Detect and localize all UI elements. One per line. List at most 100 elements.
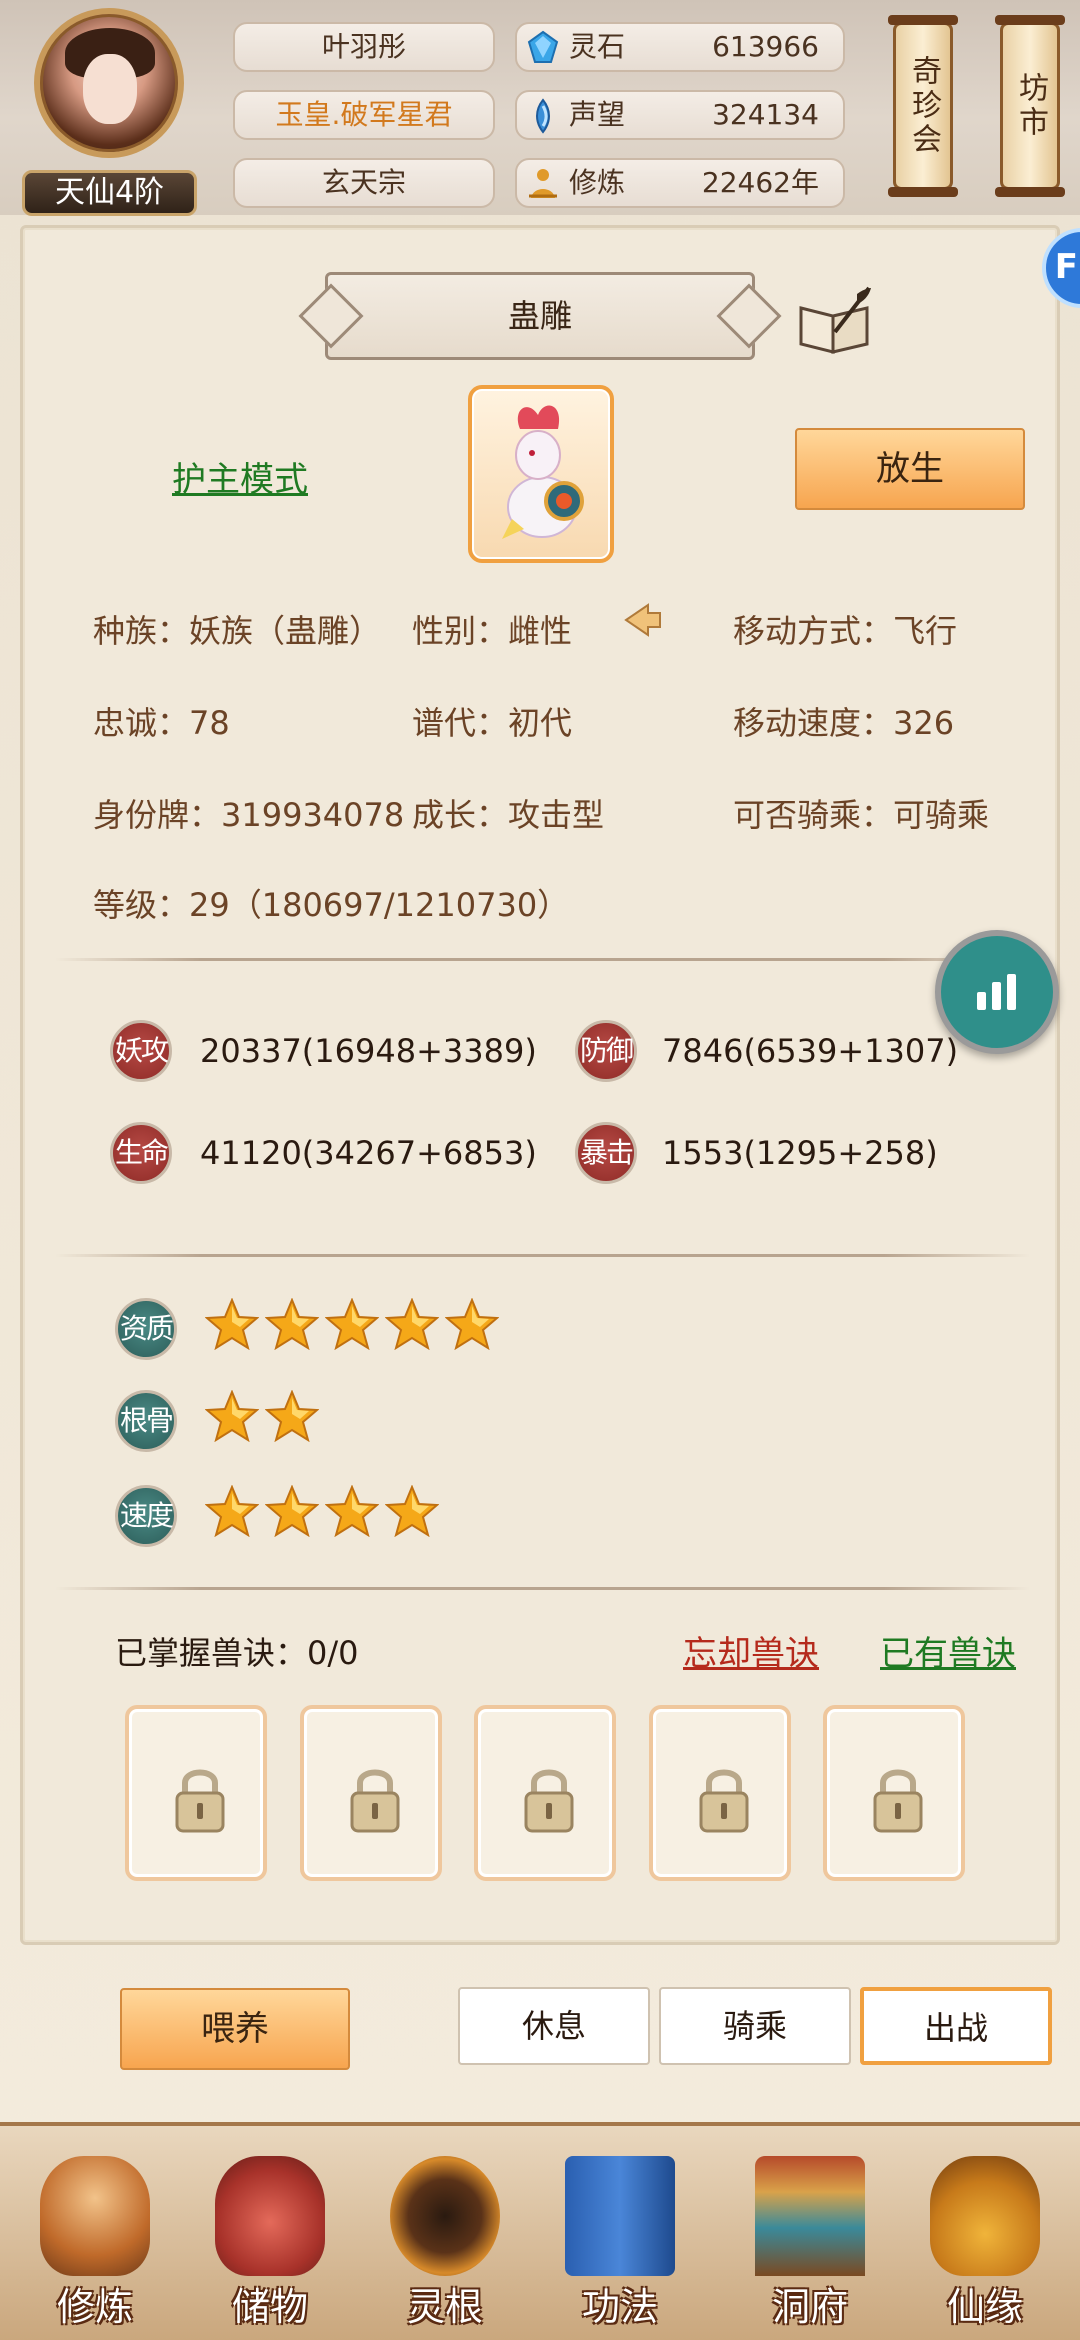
pet-move-speed: 移动速度：326 — [733, 704, 955, 742]
attr-value-defense: 7846(6539+1307) — [662, 1032, 959, 1070]
attr-value-attack: 20337(16948+3389) — [200, 1032, 537, 1070]
star-icon — [324, 1484, 380, 1538]
resource-value: 324134 — [712, 98, 819, 131]
book-quill-icon[interactable] — [795, 282, 875, 362]
attr-value-hp: 41120(34267+6853) — [200, 1134, 537, 1172]
floating-stats-button[interactable] — [935, 930, 1059, 1054]
treasure-fair-button[interactable]: 奇珍会 — [888, 15, 958, 197]
resource-spirit-stone: 灵石 613966 — [515, 22, 845, 72]
nav-label: 仙缘 — [946, 2285, 1023, 2329]
rating-stars-speed — [204, 1484, 440, 1538]
pet-growth: 成长：攻击型 — [412, 796, 605, 834]
nav-label: 功法 — [581, 2285, 658, 2329]
divider — [55, 958, 1030, 961]
rating-seal-speed: 速度 — [115, 1485, 177, 1547]
pet-creature-icon — [502, 405, 584, 539]
nav-cultivate[interactable]: 修炼 — [20, 2126, 170, 2340]
market-button[interactable]: 坊市 — [995, 15, 1065, 197]
divider — [55, 1587, 1030, 1590]
player-title: 玉皇.破军星君 — [233, 90, 495, 140]
guard-mode-link[interactable]: 护主模式 — [172, 452, 308, 501]
nav-spirit-root[interactable]: 灵根 — [370, 2126, 520, 2340]
battle-button[interactable]: 出战 — [860, 1987, 1052, 2065]
gourd-icon — [930, 2156, 1040, 2276]
rating-stars-bone — [204, 1389, 320, 1443]
pet-id-tag: 身份牌：319934078 — [93, 796, 405, 834]
star-icon — [324, 1297, 380, 1351]
top-bar: 天仙4阶 叶羽彤 玉皇.破军星君 玄天宗 灵石 613966 声望 324134… — [0, 0, 1080, 216]
star-icon — [204, 1389, 260, 1443]
prestige-icon — [536, 98, 550, 134]
player-avatar-area[interactable]: 天仙4阶 — [22, 8, 197, 216]
gender-arrow-icon[interactable] — [620, 597, 666, 643]
skill-slot[interactable] — [125, 1705, 267, 1881]
rest-button[interactable]: 休息 — [458, 1987, 650, 2065]
spirit-stone-icon — [527, 30, 559, 63]
pet-portrait[interactable] — [468, 385, 614, 563]
nav-label: 灵根 — [406, 2285, 483, 2329]
resource-prestige: 声望 324134 — [515, 90, 845, 140]
attr-seal-crit: 暴击 — [575, 1122, 637, 1184]
forget-skill-link[interactable]: 忘却兽诀 — [683, 1626, 819, 1675]
pet-name-plate: 蛊雕 — [325, 272, 755, 360]
star-icon — [384, 1297, 440, 1351]
rating-seal-bone: 根骨 — [115, 1390, 177, 1452]
pouch-icon — [215, 2156, 325, 2276]
skill-slot[interactable] — [300, 1705, 442, 1881]
pet-loyalty: 忠诚：78 — [93, 704, 230, 742]
divider — [55, 1254, 1030, 1257]
ride-button[interactable]: 骑乘 — [659, 1987, 851, 2065]
scripture-icon — [565, 2156, 675, 2276]
player-name: 叶羽彤 — [233, 22, 495, 72]
lock-icon — [175, 1769, 225, 1833]
avatar[interactable] — [34, 8, 184, 158]
skill-slot[interactable] — [823, 1705, 965, 1881]
pet-race: 种族：妖族（蛊雕） — [93, 612, 382, 650]
rank-badge: 天仙4阶 — [22, 170, 197, 216]
attr-seal-defense: 防御 — [575, 1020, 637, 1082]
nav-storage[interactable]: 储物 — [195, 2126, 345, 2340]
resource-value: 613966 — [712, 30, 819, 63]
nav-techniques[interactable]: 功法 — [545, 2126, 695, 2340]
resource-label: 修炼 — [569, 166, 626, 199]
resource-label: 灵石 — [569, 30, 626, 63]
pet-rideable: 可否骑乘：可骑乘 — [733, 796, 990, 834]
bottom-nav: 修炼 储物 灵根 功法 洞府 仙缘 — [0, 2122, 1080, 2340]
pet-gender: 性别：雌性 — [412, 612, 573, 650]
player-sect: 玄天宗 — [233, 158, 495, 208]
nav-fate[interactable]: 仙缘 — [910, 2126, 1060, 2340]
star-icon — [204, 1484, 260, 1538]
feed-button[interactable]: 喂养 — [120, 1988, 350, 2070]
star-icon — [384, 1484, 440, 1538]
owned-skills-link[interactable]: 已有兽诀 — [880, 1626, 1016, 1675]
lock-icon — [873, 1769, 923, 1833]
attr-seal-attack: 妖攻 — [110, 1020, 172, 1082]
meditation-icon — [529, 169, 557, 198]
resource-cultivation: 修炼 22462年 — [515, 158, 845, 208]
pet-move-type: 移动方式：飞行 — [733, 612, 958, 650]
lock-icon — [699, 1769, 749, 1833]
star-icon — [264, 1484, 320, 1538]
skill-slot[interactable] — [474, 1705, 616, 1881]
rating-stars-aptitude — [204, 1297, 500, 1351]
monk-icon — [40, 2156, 150, 2276]
mastered-skills-label: 已掌握兽诀：0/0 — [115, 1634, 359, 1672]
nav-label: 修炼 — [56, 2285, 133, 2329]
nav-label: 洞府 — [771, 2285, 848, 2329]
rating-seal-aptitude: 资质 — [115, 1298, 177, 1360]
nav-cave-mansion[interactable]: 洞府 — [735, 2126, 885, 2340]
attr-seal-hp: 生命 — [110, 1122, 172, 1184]
pet-level: 等级：29（180697/1210730） — [93, 886, 570, 924]
spirit-root-icon — [390, 2156, 500, 2276]
attr-value-crit: 1553(1295+258) — [662, 1134, 938, 1172]
bar-chart-icon — [977, 974, 1016, 1010]
avatar-face — [83, 54, 137, 124]
skill-slot[interactable] — [649, 1705, 791, 1881]
star-icon — [204, 1297, 260, 1351]
resource-value: 22462年 — [701, 166, 819, 199]
resource-label: 声望 — [569, 98, 626, 131]
lock-icon — [350, 1769, 400, 1833]
release-button[interactable]: 放生 — [795, 428, 1025, 510]
pet-generation: 谱代：初代 — [412, 704, 573, 742]
nav-label: 储物 — [231, 2285, 308, 2329]
